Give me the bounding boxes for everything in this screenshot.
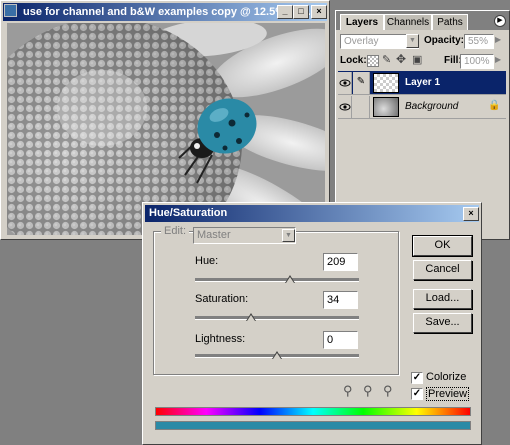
visibility-eye-icon[interactable] [338, 96, 352, 118]
lock-paint-icon[interactable]: ✎ [382, 53, 391, 66]
minimize-button[interactable]: _ [277, 5, 293, 19]
dialog-title: Hue/Saturation [149, 207, 228, 219]
save-button[interactable]: Save... [413, 313, 472, 333]
saturation-value: 34 [327, 294, 340, 306]
saturation-field[interactable]: 34 [323, 291, 358, 309]
layer-row-background[interactable]: Background 🔒 [338, 95, 506, 119]
chevron-down-icon[interactable]: ▼ [406, 34, 419, 48]
dialog-close-button[interactable]: × [463, 207, 479, 221]
lightness-value: 0 [327, 334, 334, 346]
saturation-slider-handle[interactable] [245, 313, 256, 321]
fill-value: 100% [464, 56, 490, 67]
edit-label: Edit: [161, 225, 190, 237]
layer-row-layer-1[interactable]: ✎ Layer 1 [338, 71, 506, 95]
opacity-value: 55% [468, 36, 489, 47]
tab-paths-label: Paths [437, 17, 463, 28]
lightness-slider-handle[interactable] [272, 351, 282, 359]
layer-thumbnail [373, 97, 399, 117]
fill-field[interactable]: 100% [460, 54, 494, 69]
lightness-label: Lightness: [195, 333, 246, 345]
maximize-button[interactable]: □ [293, 5, 309, 19]
saturation-label: Saturation: [195, 293, 249, 305]
eyedropper-icon[interactable]: ⚲ [343, 383, 353, 399]
lock-all-icon[interactable]: ▣ [412, 53, 422, 66]
blend-mode-value: Overlay [344, 36, 379, 47]
close-button[interactable]: × [311, 5, 327, 19]
cancel-button[interactable]: Cancel [413, 260, 472, 280]
edit-select[interactable]: Master [193, 227, 296, 244]
layer-thumbnail [373, 73, 399, 93]
opacity-field[interactable]: 55% [464, 34, 494, 49]
eyedropper-minus-icon[interactable]: ⚲ [383, 383, 393, 399]
visibility-eye-icon[interactable] [338, 72, 352, 94]
lock-transparency-icon[interactable] [367, 55, 379, 67]
document-title: use for channel and b&W examples copy @ … [23, 6, 314, 18]
hue-field[interactable]: 209 [323, 253, 358, 271]
link-slot[interactable] [353, 96, 370, 118]
colorize-checkbox[interactable]: ✓ [411, 372, 423, 384]
lock-move-icon[interactable]: ✥ [396, 52, 406, 66]
preview-checkbox[interactable]: ✓ [411, 388, 423, 400]
hue-slider-track[interactable] [195, 278, 359, 282]
tab-layers[interactable]: Layers [340, 14, 384, 30]
colorize-label: Colorize [426, 371, 467, 383]
hue-saturation-dialog: Hue/Saturation × Edit: Master ▼ Hue: 209… [142, 202, 482, 445]
eyedropper-plus-icon[interactable]: ⚲ [363, 383, 373, 399]
edit-value: Master [197, 229, 231, 241]
tab-paths[interactable]: Paths [432, 14, 468, 30]
palette-menu-arrow-icon[interactable]: ▶ [494, 15, 506, 27]
preview-label: Preview [426, 387, 470, 401]
lightness-field[interactable]: 0 [323, 331, 358, 349]
saturation-slider-track[interactable] [195, 316, 359, 320]
opacity-arrow-icon[interactable]: ▶ [495, 35, 501, 44]
ok-button[interactable]: OK [412, 235, 473, 257]
adjusted-color-bar [155, 421, 471, 430]
tab-channels-label: Channels [386, 17, 430, 28]
lock-label: Lock: [340, 55, 367, 66]
hue-value: 209 [327, 256, 346, 268]
opacity-label: Opacity: [424, 35, 465, 46]
lock-icon: 🔒 [488, 100, 501, 111]
load-button[interactable]: Load... [413, 289, 472, 309]
tab-channels[interactable]: Channels [384, 14, 432, 30]
hue-spectrum-bar [155, 407, 471, 416]
chevron-down-icon[interactable]: ▼ [282, 229, 295, 242]
photoshop-document-icon [4, 4, 17, 17]
dialog-title-bar[interactable]: Hue/Saturation [145, 205, 479, 222]
tab-layers-label: Layers [345, 17, 379, 28]
fill-arrow-icon[interactable]: ▶ [495, 55, 501, 64]
layer-name: Background [405, 101, 459, 112]
hue-label: Hue: [195, 255, 219, 267]
layer-name: Layer 1 [405, 77, 441, 88]
hue-slider-handle[interactable] [285, 275, 296, 283]
paintbrush-icon[interactable]: ✎ [353, 72, 370, 94]
